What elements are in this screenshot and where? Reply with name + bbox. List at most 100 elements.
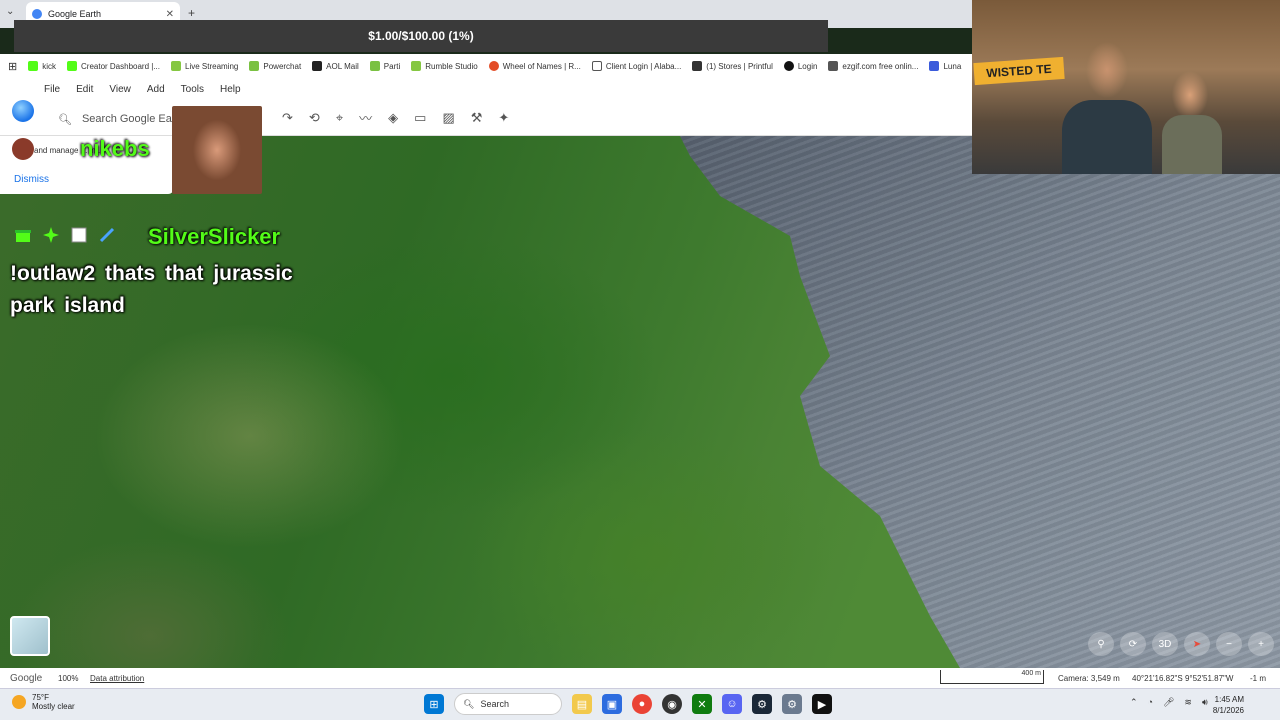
windows-start-icon[interactable]: ⊞: [424, 694, 444, 714]
wheel-icon: [488, 61, 499, 71]
weather-widget[interactable]: 75°F Mostly clear: [12, 693, 75, 711]
bookmark-login[interactable]: Login: [783, 61, 817, 71]
search-input[interactable]: Search Google Earth: [82, 113, 185, 125]
donation-goal-bar: $1.00/$100.00 (1%): [14, 20, 828, 52]
menu-add[interactable]: Add: [147, 84, 165, 95]
webcam-overlay: WISTED TE: [972, 0, 1280, 174]
taskbar-clock[interactable]: 1:45 AM 8/1/2026: [1204, 694, 1244, 716]
image-overlay-icon[interactable]: ▨: [442, 110, 454, 126]
bookmark-luna[interactable]: Luna: [929, 61, 961, 71]
rotate-icon[interactable]: ⟳: [1120, 632, 1146, 656]
clock-date: 8/1/2026: [1212, 706, 1244, 715]
ai-sparkle-icon[interactable]: ✦: [498, 110, 509, 126]
chat-username-1: nikebs: [80, 136, 150, 161]
discord-icon[interactable]: ☺: [722, 694, 742, 714]
settings-icon[interactable]: ⚙: [782, 694, 802, 714]
webcam-overlay-small: [172, 106, 262, 194]
pegman-icon[interactable]: ⚲: [1088, 632, 1114, 656]
redo-icon[interactable]: ↷: [282, 110, 293, 126]
zoom-in-icon[interactable]: +: [1248, 632, 1274, 656]
map-tools: ↷ ⟲ ⌖ 〰 ◈ ▭ ▨ ⚒ ✦: [282, 108, 509, 127]
menu-edit[interactable]: Edit: [76, 84, 93, 95]
scale-bar: 400 m: [940, 670, 1044, 684]
zoom-out-icon[interactable]: −: [1216, 632, 1242, 656]
map-controls: ⚲ ⟳ 3D ➤ − +: [1088, 632, 1274, 656]
weather-desc: Mostly clear: [32, 702, 75, 711]
zoom-level[interactable]: 100%: [58, 674, 78, 683]
apps-grid-icon[interactable]: ⊞: [8, 60, 17, 73]
menu-tools[interactable]: Tools: [181, 84, 204, 95]
chrome-icon[interactable]: ●: [632, 694, 652, 714]
bookmark-printful[interactable]: (1) Stores | Printful: [692, 61, 773, 71]
tab-title: Google Earth: [48, 9, 102, 19]
history-icon[interactable]: ⟲: [309, 110, 320, 126]
menu-file[interactable]: File: [44, 84, 60, 95]
taskbar-apps: ⊞ 🔍︎ Search ▤ ▣ ● ◉ ✕ ☺ ⚙ ⚙ ▶: [424, 693, 832, 715]
steam-icon[interactable]: ⚙: [752, 694, 772, 714]
ruler-icon[interactable]: ▭: [414, 110, 426, 126]
bookmark-parti[interactable]: Parti: [369, 61, 400, 71]
bookmark-powerchat[interactable]: Powerchat: [249, 61, 301, 71]
taskbar-search[interactable]: 🔍︎ Search: [454, 693, 562, 715]
kick-icon: [67, 61, 77, 71]
weather-icon: [12, 695, 26, 709]
coordinates: 40°21'16.82"S 9°52'51.87"W: [1132, 674, 1234, 683]
google-earth-logo-icon[interactable]: [12, 100, 34, 122]
bookmark-creator-dashboard[interactable]: Creator Dashboard |...: [67, 61, 160, 71]
camera-altitude: Camera: 3,549 m: [1058, 674, 1120, 683]
google-earth-toolbar: File Edit View Add Tools Help 🔍︎ Search …: [0, 78, 972, 136]
printful-icon: [692, 61, 703, 71]
rumble-icon: [411, 61, 422, 71]
verified-badge-icon: [99, 227, 115, 243]
star-badge-icon: [43, 227, 59, 243]
kick-icon: [28, 61, 39, 71]
menu-view[interactable]: View: [109, 84, 131, 95]
donation-goal-text: $1.00/$100.00 (1%): [368, 29, 474, 43]
compass-icon[interactable]: ➤: [1184, 632, 1210, 656]
placemark-icon[interactable]: ⌖: [336, 110, 343, 126]
menu-help[interactable]: Help: [220, 84, 241, 95]
obs-icon[interactable]: ◉: [662, 694, 682, 714]
google-earth-favicon-icon: [32, 9, 42, 19]
tab-list-chevron-icon[interactable]: ⌄: [6, 6, 14, 17]
chat-username-2: SilverSlicker: [148, 224, 281, 249]
data-attribution-link[interactable]: Data attribution: [90, 674, 144, 683]
bookmark-rumble-studio[interactable]: Rumble Studio: [411, 61, 478, 71]
chat-avatar: [12, 138, 34, 160]
satellite-map[interactable]: [0, 136, 1280, 668]
image-badge-icon: [71, 227, 87, 243]
bookmarks-bar: ⊞ kick Creator Dashboard |... Live Strea…: [0, 54, 972, 78]
microphone-icon[interactable]: 🎤︎: [1163, 697, 1174, 708]
chat-badges: [14, 226, 116, 244]
file-explorer-icon[interactable]: ▤: [572, 694, 592, 714]
bookmark-live-streaming[interactable]: Live Streaming: [171, 61, 238, 71]
wifi-icon[interactable]: ≋: [1184, 697, 1192, 708]
path-icon[interactable]: 〰: [359, 108, 372, 127]
search-icon: 🔍︎: [58, 113, 72, 126]
map-style-thumbnail[interactable]: [10, 616, 50, 656]
rumble-icon: [171, 61, 182, 71]
store-icon[interactable]: ▣: [602, 694, 622, 714]
dismiss-button[interactable]: Dismiss: [14, 174, 49, 185]
close-tab-icon[interactable]: ✕: [166, 9, 174, 20]
powerchat-icon: [249, 61, 260, 71]
bookmark-wheel-of-names[interactable]: Wheel of Names | R...: [488, 61, 581, 71]
xbox-icon[interactable]: ✕: [692, 694, 712, 714]
new-tab-button[interactable]: +: [188, 6, 195, 20]
bookmark-ezgif[interactable]: ezgif.com free onlin...: [828, 61, 918, 71]
webcam-person-1: [1062, 100, 1152, 174]
network-icon[interactable]: ◔: [1148, 697, 1153, 708]
ground-altitude: -1 m: [1250, 674, 1266, 683]
status-bar: Google 100% Data attribution 400 m Camer…: [0, 668, 1280, 688]
luna-icon: [929, 61, 940, 71]
layers-icon[interactable]: ◈: [388, 110, 398, 126]
bookmark-client-login[interactable]: Client Login | Alaba...: [591, 61, 681, 71]
terminal-icon[interactable]: ▶: [812, 694, 832, 714]
toggle-3d-button[interactable]: 3D: [1152, 632, 1178, 656]
tray-chevron-icon[interactable]: ⌃: [1130, 697, 1138, 708]
measure-tools-icon[interactable]: ⚒: [471, 110, 483, 126]
google-logo: Google: [10, 673, 43, 684]
bookmark-aol-mail[interactable]: AOL Mail: [312, 61, 359, 71]
taskbar-search-label: Search: [480, 699, 509, 709]
bookmark-kick[interactable]: kick: [28, 61, 56, 71]
